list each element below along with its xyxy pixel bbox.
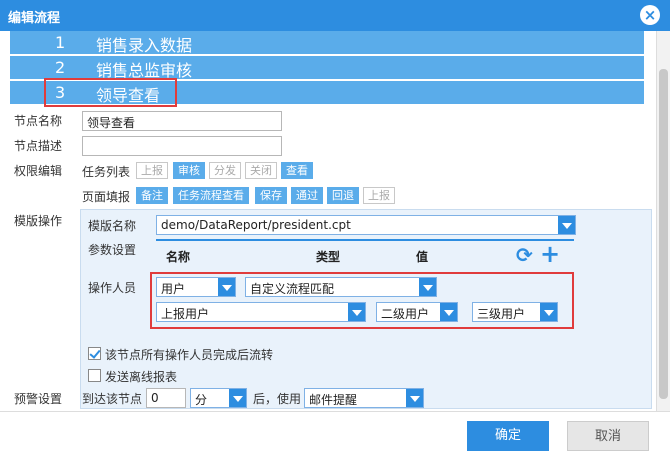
chevron-down-icon xyxy=(419,278,436,296)
report-user-value: 上报用户 xyxy=(161,307,210,321)
node-desc-input[interactable] xyxy=(82,136,282,156)
page-fill-label: 页面填报 xyxy=(82,190,131,204)
task-list-label: 任务列表 xyxy=(82,165,131,179)
step-name: 销售录入数据 xyxy=(96,36,193,55)
param-header-divider xyxy=(156,239,574,241)
refresh-icon[interactable]: ⟳ xyxy=(516,243,533,267)
step-number: 2 xyxy=(55,58,66,77)
step-number: 1 xyxy=(55,33,66,52)
chevron-down-icon xyxy=(218,278,235,296)
page-submit-button[interactable]: 上报 xyxy=(363,187,395,204)
level2-user-select[interactable]: 二级用户 xyxy=(376,302,458,322)
param-name-header: 名称 xyxy=(166,250,191,264)
template-select[interactable]: demo/DataReport/president.cpt xyxy=(156,215,576,235)
node-name-label: 节点名称 xyxy=(14,114,63,128)
level3-user-value: 三级用户 xyxy=(477,307,526,321)
alert-method-value: 邮件提醒 xyxy=(309,393,358,407)
perm-edit-label: 权限编辑 xyxy=(14,164,63,178)
task-distribute-button[interactable]: 分发 xyxy=(209,162,241,179)
send-offline-label: 发送离线报表 xyxy=(105,370,178,384)
operator-rule-value: 自定义流程匹配 xyxy=(250,282,335,296)
node-desc-label: 节点描述 xyxy=(14,139,63,153)
template-op-label: 模版操作 xyxy=(14,214,63,228)
alert-method-select[interactable]: 邮件提醒 xyxy=(304,388,424,408)
level2-user-value: 二级用户 xyxy=(381,307,430,321)
param-set-label: 参数设置 xyxy=(88,243,137,257)
arrive-label: 到达该节点 xyxy=(82,392,143,406)
chevron-down-icon xyxy=(558,216,575,234)
finish-flow-label: 该节点所有操作人员完成后流转 xyxy=(105,348,274,362)
scrollbar-thumb[interactable] xyxy=(659,69,668,399)
close-icon[interactable]: × xyxy=(640,5,660,25)
report-user-select[interactable]: 上报用户 xyxy=(156,302,366,322)
task-close-button[interactable]: 关闭 xyxy=(245,162,277,179)
task-report-button[interactable]: 上报 xyxy=(136,162,168,179)
alert-number-input[interactable]: 0 xyxy=(146,388,186,408)
chevron-down-icon xyxy=(440,303,457,321)
ok-button[interactable]: 确定 xyxy=(467,421,549,451)
dialog-footer: 确定 取消 xyxy=(0,411,670,462)
page-reject-button[interactable]: 回退 xyxy=(327,187,359,204)
chevron-down-icon xyxy=(406,389,423,407)
send-offline-checkbox[interactable] xyxy=(88,369,101,382)
finish-flow-checkbox[interactable] xyxy=(88,347,101,360)
dialog-title: 编辑流程 xyxy=(8,11,61,26)
after-use-label: 后，使用 xyxy=(253,392,302,406)
alert-unit-select[interactable]: 分 xyxy=(190,388,247,408)
page-pass-button[interactable]: 通过 xyxy=(291,187,323,204)
dialog-content: 1 销售录入数据 2 销售总监审核 3 领导查看 节点名称 领导查看 节点描述 … xyxy=(0,31,656,411)
chevron-down-icon xyxy=(540,303,557,321)
alert-unit-value: 分 xyxy=(195,393,208,407)
alert-label: 预警设置 xyxy=(14,392,63,406)
chevron-down-icon xyxy=(348,303,365,321)
page-flow-view-button[interactable]: 任务流程查看 xyxy=(173,187,249,204)
task-view-button[interactable]: 查看 xyxy=(281,162,313,179)
vertical-scrollbar[interactable] xyxy=(656,31,670,411)
node-name-input[interactable]: 领导查看 xyxy=(82,111,282,131)
task-approve-button[interactable]: 审核 xyxy=(173,162,205,179)
param-value-header: 值 xyxy=(416,250,429,264)
operator-rule-select[interactable]: 自定义流程匹配 xyxy=(245,277,437,297)
cancel-button[interactable]: 取消 xyxy=(567,421,649,451)
dialog-titlebar: 编辑流程 × xyxy=(0,0,670,31)
chevron-down-icon xyxy=(229,389,246,407)
step-3-highlight xyxy=(44,78,177,107)
level3-user-select[interactable]: 三级用户 xyxy=(472,302,558,322)
param-type-header: 类型 xyxy=(316,250,341,264)
plus-icon[interactable]: + xyxy=(540,240,560,268)
step-1[interactable]: 1 销售录入数据 xyxy=(10,31,644,55)
operator-label: 操作人员 xyxy=(88,281,137,295)
template-name-label: 模版名称 xyxy=(88,219,137,233)
template-select-value: demo/DataReport/president.cpt xyxy=(161,218,351,232)
operator-type-select[interactable]: 用户 xyxy=(156,277,236,297)
step-2[interactable]: 2 销售总监审核 xyxy=(10,56,644,80)
page-note-button[interactable]: 备注 xyxy=(136,187,168,204)
page-save-button[interactable]: 保存 xyxy=(255,187,287,204)
operator-type-value: 用户 xyxy=(161,282,186,296)
